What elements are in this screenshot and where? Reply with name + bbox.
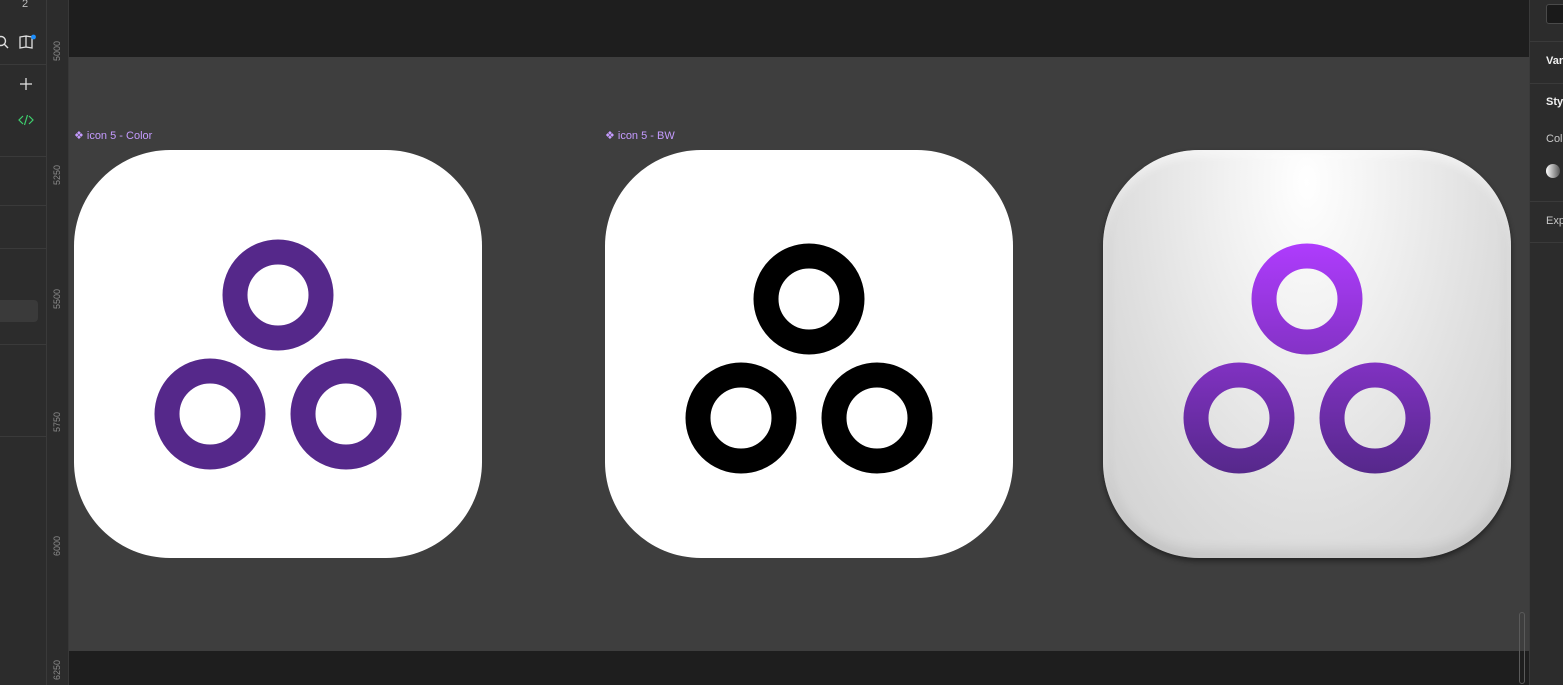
canvas-background[interactable] xyxy=(69,0,1529,57)
three-rings-icon xyxy=(685,243,933,474)
app-icon-bw[interactable] xyxy=(605,150,1013,558)
plus-icon[interactable] xyxy=(20,77,32,95)
app-icon-glossy[interactable] xyxy=(1103,150,1511,558)
left-panel: 2 xyxy=(0,0,47,685)
divider xyxy=(1530,83,1563,84)
canvas-background[interactable] xyxy=(69,651,1529,685)
ruler-label: 5000 xyxy=(52,40,62,62)
ruler-label: 6000 xyxy=(52,535,62,557)
ruler-label: 5250 xyxy=(52,164,62,186)
three-rings-icon xyxy=(154,239,402,470)
layer-item-selected[interactable] xyxy=(0,300,38,322)
vertical-ruler: 5000 5250 5500 5750 6000 6250 xyxy=(47,0,69,685)
ruler-label: 5750 xyxy=(52,411,62,433)
three-rings-icon xyxy=(1183,243,1431,474)
page-number: 2 xyxy=(22,0,29,10)
component-icon: ❖ xyxy=(605,130,615,142)
component-label-color[interactable]: ❖ icon 5 - Color xyxy=(74,129,153,143)
divider xyxy=(0,156,46,157)
component-label-bw[interactable]: ❖ icon 5 - BW xyxy=(605,129,675,143)
search-icon[interactable] xyxy=(0,35,9,54)
divider xyxy=(1530,201,1563,202)
divider xyxy=(0,248,46,249)
divider xyxy=(1530,242,1563,243)
ruler-label: 6250 xyxy=(52,659,62,681)
color-swatch[interactable] xyxy=(1546,164,1560,178)
component-label-text: icon 5 - Color xyxy=(86,129,153,142)
canvas-scrollbar[interactable] xyxy=(1519,612,1525,684)
divider xyxy=(0,436,46,437)
library-icon[interactable] xyxy=(18,34,38,55)
code-icon[interactable] xyxy=(18,113,34,131)
right-panel: Var Sty Col Exp xyxy=(1529,0,1563,685)
fill-chip[interactable] xyxy=(1546,4,1563,24)
app-icon-color[interactable] xyxy=(74,150,482,558)
divider xyxy=(0,205,46,206)
ruler-label: 5500 xyxy=(52,288,62,310)
component-label-text: icon 5 - BW xyxy=(617,129,675,142)
color-label: Col xyxy=(1546,133,1563,145)
export-section-title[interactable]: Exp xyxy=(1546,215,1563,227)
divider xyxy=(0,344,46,345)
divider xyxy=(0,64,46,65)
component-icon: ❖ xyxy=(74,130,84,142)
style-section-title[interactable]: Sty xyxy=(1546,96,1563,108)
variants-section-title[interactable]: Var xyxy=(1546,55,1563,67)
divider xyxy=(1530,41,1563,42)
